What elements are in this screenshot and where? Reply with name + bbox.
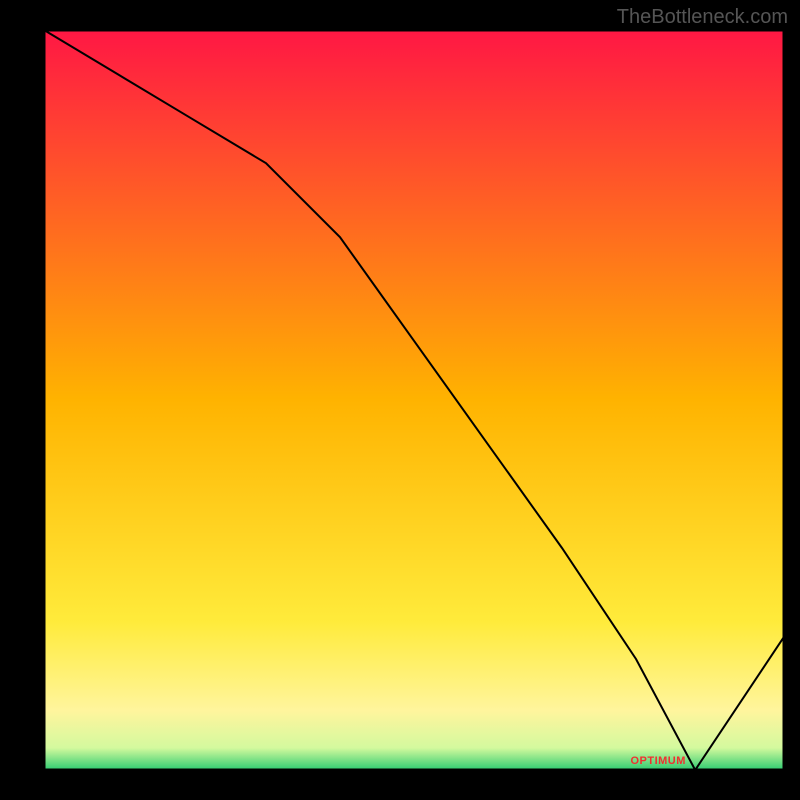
plot-area [44, 30, 784, 770]
chart-frame: TheBottleneck.com OPTIMUM [0, 0, 800, 800]
optimum-label: OPTIMUM [630, 755, 685, 767]
chart-svg: OPTIMUM [0, 0, 800, 800]
watermark-text: TheBottleneck.com [617, 6, 788, 29]
